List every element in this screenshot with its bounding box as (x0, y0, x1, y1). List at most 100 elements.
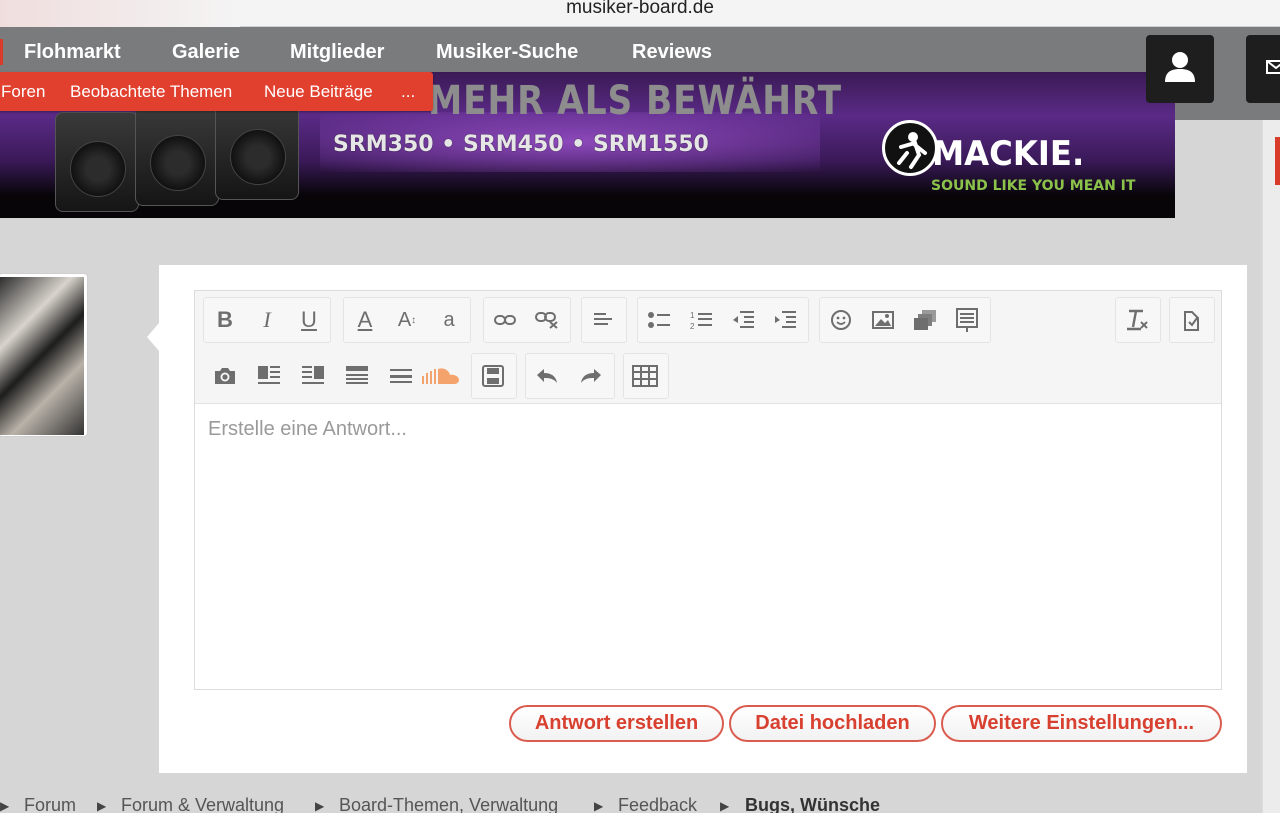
layout-1-icon (258, 366, 280, 386)
nav-item-reviews[interactable]: Reviews (632, 41, 712, 64)
toolbar-group-media (203, 353, 461, 399)
soundcloud-button[interactable] (420, 354, 462, 398)
avatar[interactable] (0, 273, 88, 437)
right-sidebar-edge (1262, 120, 1280, 813)
toggle-source-icon (1180, 308, 1202, 332)
nav-item-mitglieder[interactable]: Mitglieder (290, 41, 384, 64)
smiley-button[interactable] (820, 298, 862, 342)
user-account-button[interactable] (1146, 35, 1214, 103)
toolbar-group-basic: B I U (203, 297, 331, 343)
table-button[interactable] (624, 354, 666, 398)
subnav-item-neue-beitraege[interactable]: Neue Beiträge (264, 82, 373, 102)
bold-button[interactable]: B (204, 298, 246, 342)
outdent-button[interactable] (722, 298, 764, 342)
chevron-right-icon: ▶ (594, 799, 604, 813)
underline-button[interactable]: U (288, 298, 330, 342)
reply-editor[interactable]: B I U A A ↕ a 12 Erstelle eine Antwort..… (194, 290, 1222, 690)
chevron-right-icon: ▶ (315, 799, 325, 813)
speaker-image (55, 112, 139, 212)
chevron-right-icon: ▶ (720, 799, 730, 813)
active-nav-marker (0, 39, 3, 65)
breadcrumb-item[interactable]: Feedback (618, 795, 697, 813)
banner-headline: MEHR ALS BEWÄHRT (428, 78, 842, 124)
breadcrumb: ▶ Forum ▶ Forum & Verwaltung ▶ Board-The… (0, 795, 1262, 813)
toolbar-group-align (581, 297, 627, 343)
breadcrumb-item[interactable]: Forum & Verwaltung (121, 795, 284, 813)
user-icon (1161, 48, 1199, 91)
redo-button[interactable] (570, 354, 612, 398)
nav-item-galerie[interactable]: Galerie (172, 41, 240, 64)
media-icon (913, 309, 937, 331)
toolbar-group-history (525, 353, 615, 399)
nav-item-flohmarkt[interactable]: Flohmarkt (24, 41, 121, 64)
avatar-image (0, 277, 84, 435)
font-color-button[interactable]: A (344, 298, 386, 342)
toolbar-group-format (1115, 297, 1161, 343)
toolbar-group-font: A A ↕ a (343, 297, 471, 343)
upload-file-button[interactable]: Datei hochladen (729, 705, 936, 742)
template-button[interactable] (946, 298, 988, 342)
outdent-icon (732, 311, 754, 329)
font-size-icon: A (397, 308, 412, 331)
camera-icon (213, 366, 237, 386)
layout-4-icon (390, 367, 412, 385)
right-accent-marker (1275, 137, 1280, 185)
layout-4-button[interactable] (380, 354, 422, 398)
submit-reply-button[interactable]: Antwort erstellen (509, 705, 724, 742)
toolbar-group-save (471, 353, 517, 399)
soundcloud-icon (421, 366, 461, 386)
messages-button[interactable] (1246, 35, 1280, 103)
subnav-item-beobachtete-themen[interactable]: Beobachtete Themen (70, 82, 232, 102)
editor-toolbar: B I U A A ↕ a 12 (195, 291, 1221, 404)
font-family-button[interactable]: a (428, 298, 470, 342)
link-icon (494, 313, 516, 327)
remove-format-button[interactable] (1116, 298, 1158, 342)
layout-1-button[interactable] (248, 354, 290, 398)
link-button[interactable] (484, 298, 526, 342)
bold-icon: B (217, 307, 233, 332)
sub-navigation: Foren Beobachtete Themen Neue Beiträge .… (0, 72, 433, 111)
subnav-item-foren[interactable]: Foren (1, 82, 45, 102)
bulleted-list-icon (648, 311, 670, 329)
reply-placeholder: Erstelle eine Antwort... (208, 418, 407, 440)
banner-tagline: SOUND LIKE YOU MEAN IT (931, 178, 1136, 194)
toolbar-group-link (483, 297, 571, 343)
image-icon (872, 311, 894, 329)
italic-icon: I (263, 307, 271, 332)
banner-brand: MACKIE. (932, 134, 1085, 174)
numbered-list-button[interactable]: 12 (680, 298, 722, 342)
nav-item-musiker-suche[interactable]: Musiker-Suche (436, 41, 578, 64)
toggle-source-button[interactable] (1170, 298, 1212, 342)
breadcrumb-item[interactable]: Board-Themen, Verwaltung (339, 795, 558, 813)
align-button[interactable] (582, 298, 624, 342)
chevron-right-icon: ▶ (0, 799, 10, 813)
bulleted-list-button[interactable] (638, 298, 680, 342)
address-bar[interactable]: musiker-board.de (0, 0, 1280, 27)
image-button[interactable] (862, 298, 904, 342)
underline-icon: U (301, 307, 317, 332)
undo-icon (535, 367, 559, 385)
font-size-button[interactable]: A ↕ (386, 298, 428, 342)
layout-3-icon (346, 366, 368, 386)
breadcrumb-current: Bugs, Wünsche (745, 795, 881, 813)
more-options-button[interactable]: Weitere Einstellungen... (941, 705, 1222, 742)
table-icon (632, 365, 658, 387)
save-draft-button[interactable] (472, 354, 514, 398)
undo-button[interactable] (526, 354, 568, 398)
toolbar-group-table (623, 353, 669, 399)
tab-tint (0, 0, 240, 27)
camera-button[interactable] (204, 354, 246, 398)
svg-text:1: 1 (690, 311, 695, 320)
italic-button[interactable]: I (246, 298, 288, 342)
unlink-button[interactable] (526, 298, 568, 342)
layout-2-button[interactable] (292, 354, 334, 398)
media-button[interactable] (904, 298, 946, 342)
layout-2-icon (302, 366, 324, 386)
toolbar-group-lists: 12 (637, 297, 809, 343)
layout-3-button[interactable] (336, 354, 378, 398)
indent-button[interactable] (764, 298, 806, 342)
breadcrumb-item[interactable]: Forum (24, 795, 76, 813)
subnav-item-more[interactable]: ... (401, 82, 415, 102)
toolbar-group-insert (819, 297, 991, 343)
toolbar-group-source (1169, 297, 1215, 343)
